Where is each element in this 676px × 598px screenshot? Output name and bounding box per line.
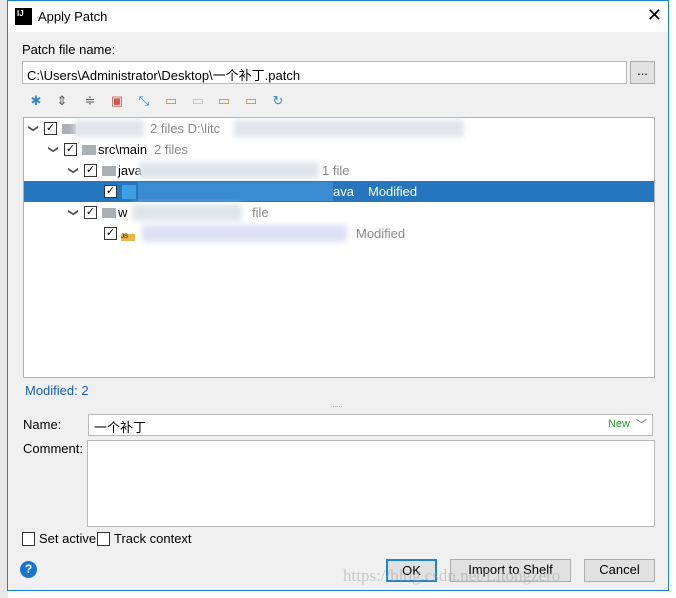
folder-icon — [102, 166, 116, 176]
checkbox[interactable]: ✓ — [84, 164, 97, 177]
set-active-label[interactable]: Set active — [39, 531, 96, 546]
close-icon[interactable]: ✕ — [647, 5, 662, 26]
tree-row[interactable]: ❯ ✓ java 1 file — [24, 160, 654, 181]
checkbox[interactable]: ✓ — [44, 122, 57, 135]
track-context-label[interactable]: Track context — [114, 531, 192, 546]
comment-textarea[interactable] — [87, 440, 655, 527]
tree-row-selected[interactable]: ✓ ava Modified — [24, 181, 654, 202]
name-label: Name: — [23, 417, 62, 432]
browse-button[interactable]: ... — [630, 61, 655, 84]
settings-icon[interactable]: ✱ — [28, 93, 44, 109]
row-name: src\main — [98, 142, 148, 157]
checkbox[interactable]: ✓ — [104, 185, 117, 198]
row-info: 2 files — [154, 142, 188, 157]
track-context-checkbox[interactable] — [97, 532, 110, 546]
collapse-all-icon[interactable]: ≑ — [82, 93, 98, 109]
set-active-checkbox[interactable] — [22, 532, 35, 546]
row-status: Modified — [368, 184, 418, 199]
patch-file-input[interactable]: C:\Users\Administrator\Desktop\一个补丁.patc… — [22, 61, 627, 84]
row-info: 1 file — [322, 163, 350, 178]
window-title: Apply Patch — [38, 9, 108, 24]
help-icon[interactable]: ? — [20, 561, 37, 578]
comment-label: Comment: — [23, 441, 83, 456]
show-diff-icon[interactable]: ▣ — [109, 93, 125, 109]
remove-icon[interactable]: ▭ — [243, 93, 259, 109]
folder-icon — [102, 208, 116, 218]
row-status: Modified — [356, 226, 406, 241]
include-icon[interactable]: ▭ — [163, 93, 179, 109]
changes-tree[interactable]: ❯ ✓ 2 files D:\litc ❯ ✓ src\main 2 files… — [23, 117, 655, 378]
refresh-icon[interactable]: ↻ — [270, 93, 286, 109]
row-name: w — [118, 205, 128, 220]
tree-row[interactable]: ❯ ✓ src\main 2 files — [24, 139, 654, 160]
name-combobox[interactable]: 一个补丁 New ﹀ — [88, 414, 653, 436]
watermark: https://blog.csdn.net/Litongzero — [343, 566, 561, 585]
row-info: 2 files D:\litc — [150, 121, 221, 136]
status-summary: Modified: 2 — [25, 383, 89, 398]
new-badge: New — [607, 418, 630, 430]
checkbox[interactable]: ✓ — [84, 206, 97, 219]
cancel-button[interactable]: Cancel — [584, 559, 655, 582]
expand-all-icon[interactable]: ⇕ — [54, 93, 70, 109]
tree-row[interactable]: ❯ ✓ w file — [24, 202, 654, 223]
map-directory-icon[interactable]: ⤡ — [136, 93, 152, 109]
folder-icon — [82, 145, 96, 155]
js-file-icon: JS — [121, 234, 135, 241]
intellij-logo-icon: IJ — [15, 8, 32, 25]
exclude-icon: ▭ — [191, 93, 205, 108]
name-value: 一个补丁 — [94, 420, 147, 435]
chevron-down-icon[interactable]: ❯ — [63, 208, 84, 216]
tree-row[interactable]: ✓ JS Modified — [24, 223, 654, 244]
java-file-icon — [122, 185, 136, 199]
checkbox[interactable]: ✓ — [64, 143, 77, 156]
restore-icon[interactable]: ▭ — [216, 93, 232, 109]
checkbox[interactable]: ✓ — [104, 227, 117, 240]
row-info: file — [252, 205, 269, 220]
row-name: ava — [333, 184, 354, 199]
chevron-down-icon[interactable]: ❯ — [63, 166, 84, 174]
patch-file-label: Patch file name: — [22, 42, 116, 57]
chevron-down-icon[interactable]: ❯ — [43, 145, 64, 153]
chevron-down-icon[interactable]: ❯ — [23, 124, 44, 132]
chevron-down-icon[interactable]: ﹀ — [636, 416, 647, 432]
apply-patch-dialog: IJ Apply Patch ✕ Patch file name: C:\Use… — [7, 0, 669, 591]
tree-row[interactable]: ❯ ✓ 2 files D:\litc — [24, 118, 654, 139]
title-bar: IJ Apply Patch ✕ — [8, 1, 668, 32]
splitter-handle[interactable]: ⋯⋯ — [330, 403, 346, 411]
